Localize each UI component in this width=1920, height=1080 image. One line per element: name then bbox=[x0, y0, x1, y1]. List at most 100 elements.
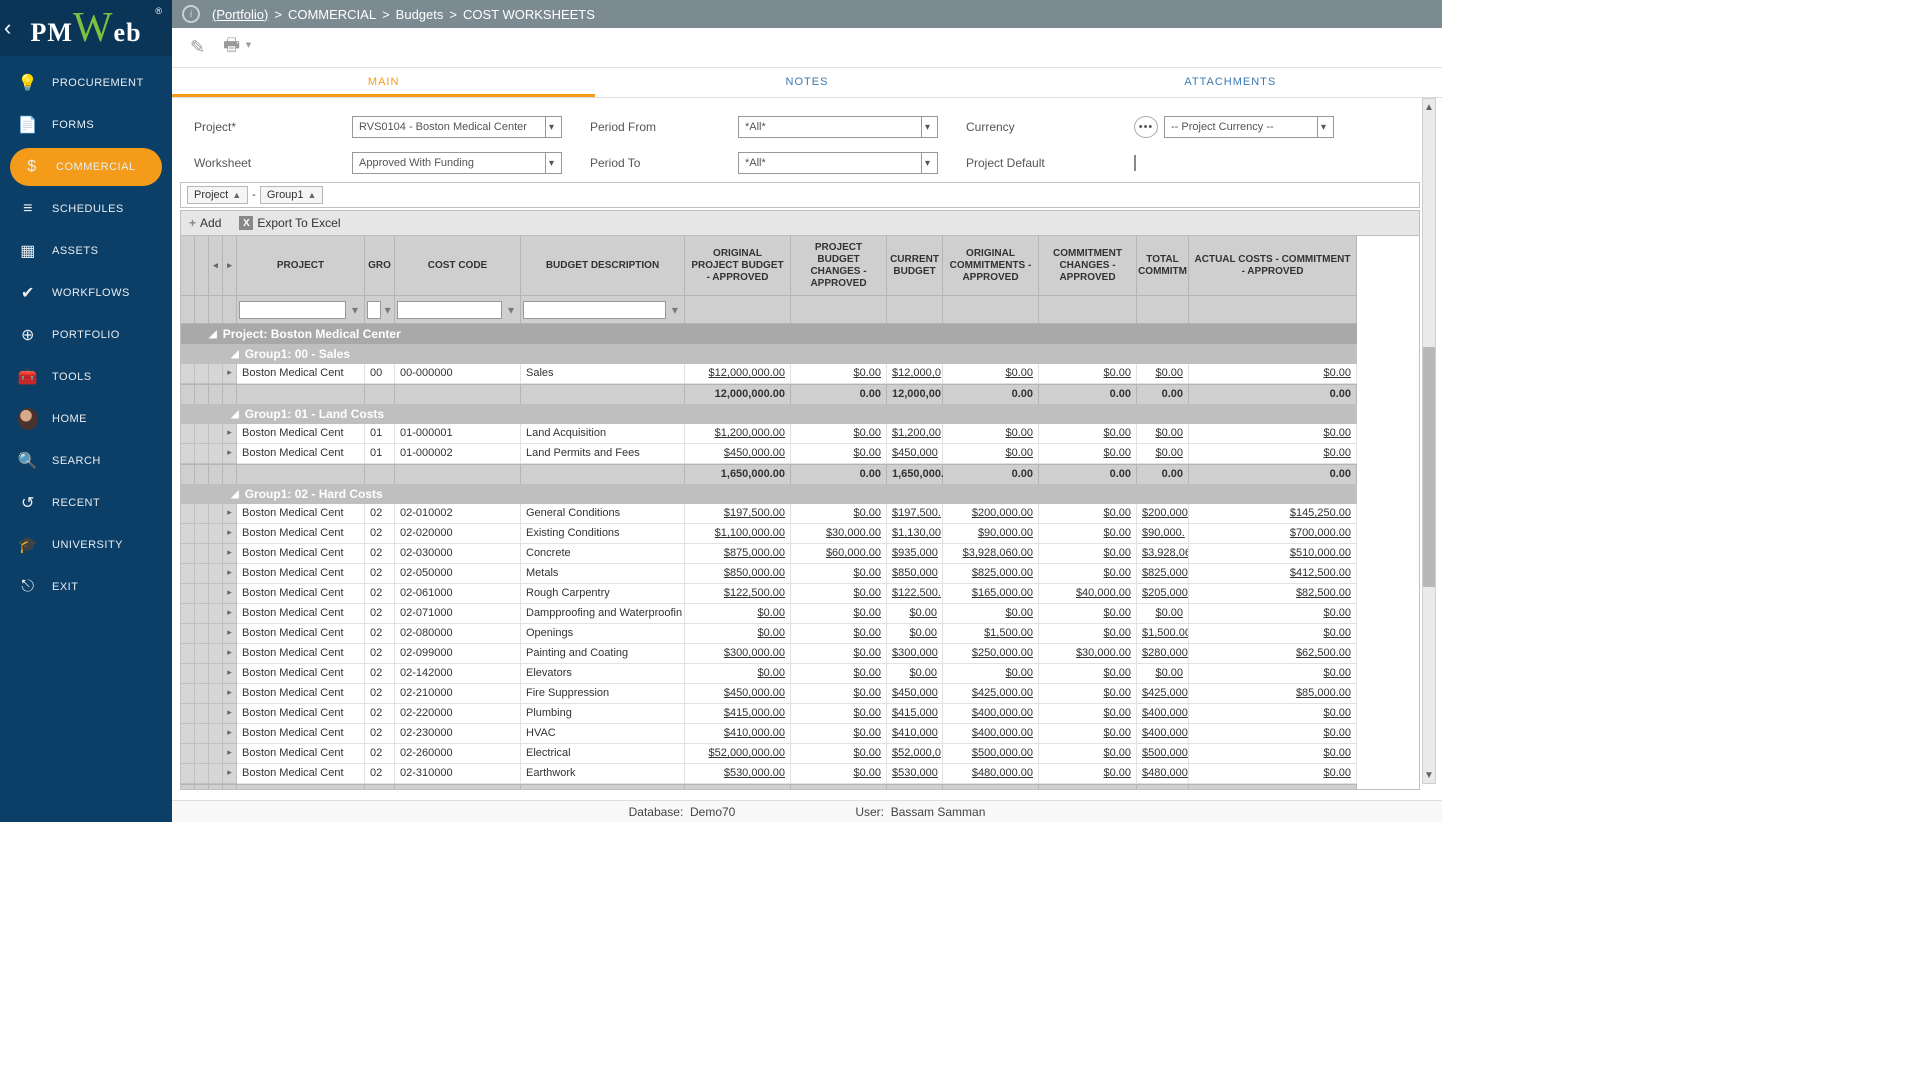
cell-amount[interactable]: $0.00 bbox=[1189, 364, 1357, 384]
cell-amount[interactable]: $1,130,00 bbox=[887, 524, 943, 544]
cell-amount[interactable]: $1,200,000.00 bbox=[685, 424, 791, 444]
expand-row-icon[interactable]: ▸ bbox=[223, 704, 237, 724]
cell-amount[interactable]: $0.00 bbox=[887, 664, 943, 684]
breadcrumb-portfolio[interactable]: (Portfolio) bbox=[212, 7, 268, 22]
cell-amount[interactable]: $0.00 bbox=[1039, 764, 1137, 784]
expand-row-icon[interactable]: ▸ bbox=[223, 544, 237, 564]
sidebar-item-schedules[interactable]: ≡SCHEDULES bbox=[0, 188, 172, 230]
cell-amount[interactable]: $200,000.00 bbox=[943, 504, 1039, 524]
cell-amount[interactable]: $425,000 bbox=[1137, 684, 1189, 704]
info-icon[interactable]: i bbox=[182, 5, 200, 23]
cell-amount[interactable]: $52,000,000.00 bbox=[685, 744, 791, 764]
expand-row-icon[interactable]: ▸ bbox=[223, 564, 237, 584]
cell-amount[interactable]: $300,000.00 bbox=[685, 644, 791, 664]
cell-amount[interactable]: $0.00 bbox=[1189, 444, 1357, 464]
column-filter[interactable] bbox=[523, 301, 666, 319]
add-button[interactable]: +Add bbox=[189, 216, 221, 230]
col-header[interactable]: COMMITMENT CHANGES - APPROVED bbox=[1039, 236, 1137, 296]
cell-amount[interactable]: $122,500.00 bbox=[685, 584, 791, 604]
cell-amount[interactable]: $425,000.00 bbox=[943, 684, 1039, 704]
cell-amount[interactable]: $300,000 bbox=[887, 644, 943, 664]
cell-amount[interactable]: $530,000 bbox=[887, 764, 943, 784]
cell-amount[interactable]: $1,500.00 bbox=[1137, 624, 1189, 644]
cell-amount[interactable]: $0.00 bbox=[1039, 544, 1137, 564]
cell-amount[interactable]: $0.00 bbox=[943, 604, 1039, 624]
expand-row-icon[interactable]: ▸ bbox=[223, 604, 237, 624]
col-header[interactable] bbox=[181, 236, 195, 296]
cell-amount[interactable]: $0.00 bbox=[1039, 504, 1137, 524]
cell-amount[interactable]: $0.00 bbox=[791, 644, 887, 664]
cell-amount[interactable]: $0.00 bbox=[1039, 364, 1137, 384]
cell-amount[interactable]: $0.00 bbox=[1039, 684, 1137, 704]
project-group-row[interactable]: ◢Project: Boston Medical Center bbox=[181, 324, 1357, 344]
expand-row-icon[interactable]: ▸ bbox=[223, 644, 237, 664]
cell-amount[interactable]: $0.00 bbox=[791, 764, 887, 784]
group-bar[interactable]: Project▲ - Group1▲ bbox=[180, 182, 1420, 208]
cell-amount[interactable]: $415,000 bbox=[887, 704, 943, 724]
cell-amount[interactable]: $0.00 bbox=[887, 624, 943, 644]
cell-amount[interactable]: $0.00 bbox=[791, 724, 887, 744]
cell-amount[interactable]: $935,000 bbox=[887, 544, 943, 564]
expand-row-icon[interactable]: ▸ bbox=[223, 764, 237, 784]
cell-amount[interactable]: $197,500. bbox=[887, 504, 943, 524]
cell-amount[interactable]: $40,000.00 bbox=[1039, 584, 1137, 604]
period-to-select[interactable]: *All* bbox=[738, 152, 938, 174]
expand-row-icon[interactable]: ▸ bbox=[223, 504, 237, 524]
currency-select[interactable]: -- Project Currency -- bbox=[1164, 116, 1334, 138]
cell-amount[interactable]: $122,500. bbox=[887, 584, 943, 604]
group-chip-project[interactable]: Project▲ bbox=[187, 186, 248, 204]
cell-amount[interactable]: $250,000.00 bbox=[943, 644, 1039, 664]
cell-amount[interactable]: $480,000.00 bbox=[943, 764, 1039, 784]
col-header[interactable] bbox=[195, 236, 209, 296]
currency-picker-button[interactable]: ••• bbox=[1134, 116, 1158, 138]
expand-row-icon[interactable]: ▸ bbox=[223, 724, 237, 744]
cell-amount[interactable]: $3,928,060.00 bbox=[943, 544, 1039, 564]
cell-amount[interactable]: $0.00 bbox=[943, 424, 1039, 444]
cell-amount[interactable]: $400,000.00 bbox=[943, 724, 1039, 744]
project-select[interactable]: RVS0104 - Boston Medical Center bbox=[352, 116, 562, 138]
cell-amount[interactable]: $0.00 bbox=[1039, 564, 1137, 584]
group-row[interactable]: ◢Group1: 00 - Sales bbox=[181, 344, 1357, 364]
tab-attachments[interactable]: ATTACHMENTS bbox=[1019, 68, 1442, 97]
cell-amount[interactable]: $0.00 bbox=[1189, 424, 1357, 444]
cell-amount[interactable]: $82,500.00 bbox=[1189, 584, 1357, 604]
expand-row-icon[interactable]: ▸ bbox=[223, 624, 237, 644]
cell-amount[interactable]: $825,000 bbox=[1137, 564, 1189, 584]
group-row[interactable]: ◢Group1: 01 - Land Costs bbox=[181, 404, 1357, 424]
cell-amount[interactable]: $480,000 bbox=[1137, 764, 1189, 784]
sidebar-item-tools[interactable]: 🧰TOOLS bbox=[0, 356, 172, 398]
expand-row-icon[interactable]: ▸ bbox=[223, 424, 237, 444]
col-header[interactable]: BUDGET DESCRIPTION bbox=[521, 236, 685, 296]
cell-amount[interactable]: $450,000 bbox=[887, 444, 943, 464]
cell-amount[interactable]: $52,000,0 bbox=[887, 744, 943, 764]
col-header[interactable]: COST CODE bbox=[395, 236, 521, 296]
col-header[interactable]: GRO bbox=[365, 236, 395, 296]
cell-amount[interactable]: $200,000 bbox=[1137, 504, 1189, 524]
cell-amount[interactable]: $90,000.00 bbox=[943, 524, 1039, 544]
cell-amount[interactable]: $0.00 bbox=[1137, 364, 1189, 384]
cell-amount[interactable]: $415,000.00 bbox=[685, 704, 791, 724]
sidebar-item-assets[interactable]: ▦ASSETS bbox=[0, 230, 172, 272]
sidebar-item-procurement[interactable]: 💡PROCUREMENT bbox=[0, 62, 172, 104]
cell-amount[interactable]: $400,000 bbox=[1137, 724, 1189, 744]
expand-row-icon[interactable]: ▸ bbox=[223, 684, 237, 704]
cell-amount[interactable]: $12,000,000.00 bbox=[685, 364, 791, 384]
cell-amount[interactable]: $0.00 bbox=[1189, 744, 1357, 764]
cell-amount[interactable]: $825,000.00 bbox=[943, 564, 1039, 584]
cell-amount[interactable]: $205,000 bbox=[1137, 584, 1189, 604]
col-header[interactable]: PROJECT BUDGET CHANGES - APPROVED bbox=[791, 236, 887, 296]
cell-amount[interactable]: $0.00 bbox=[791, 444, 887, 464]
expand-row-icon[interactable]: ▸ bbox=[223, 744, 237, 764]
cell-amount[interactable]: $0.00 bbox=[1039, 624, 1137, 644]
worksheet-select[interactable]: Approved With Funding bbox=[352, 152, 562, 174]
cell-amount[interactable]: $850,000 bbox=[887, 564, 943, 584]
sidebar-item-search[interactable]: 🔍SEARCH bbox=[0, 440, 172, 482]
period-from-select[interactable]: *All* bbox=[738, 116, 938, 138]
cell-amount[interactable]: $410,000 bbox=[887, 724, 943, 744]
cell-amount[interactable]: $450,000.00 bbox=[685, 444, 791, 464]
cell-amount[interactable]: $0.00 bbox=[943, 444, 1039, 464]
cell-amount[interactable]: $1,100,000.00 bbox=[685, 524, 791, 544]
cell-amount[interactable]: $0.00 bbox=[1189, 724, 1357, 744]
cell-amount[interactable]: $510,000.00 bbox=[1189, 544, 1357, 564]
col-header[interactable]: ORIGINAL COMMITMENTS - APPROVED bbox=[943, 236, 1039, 296]
